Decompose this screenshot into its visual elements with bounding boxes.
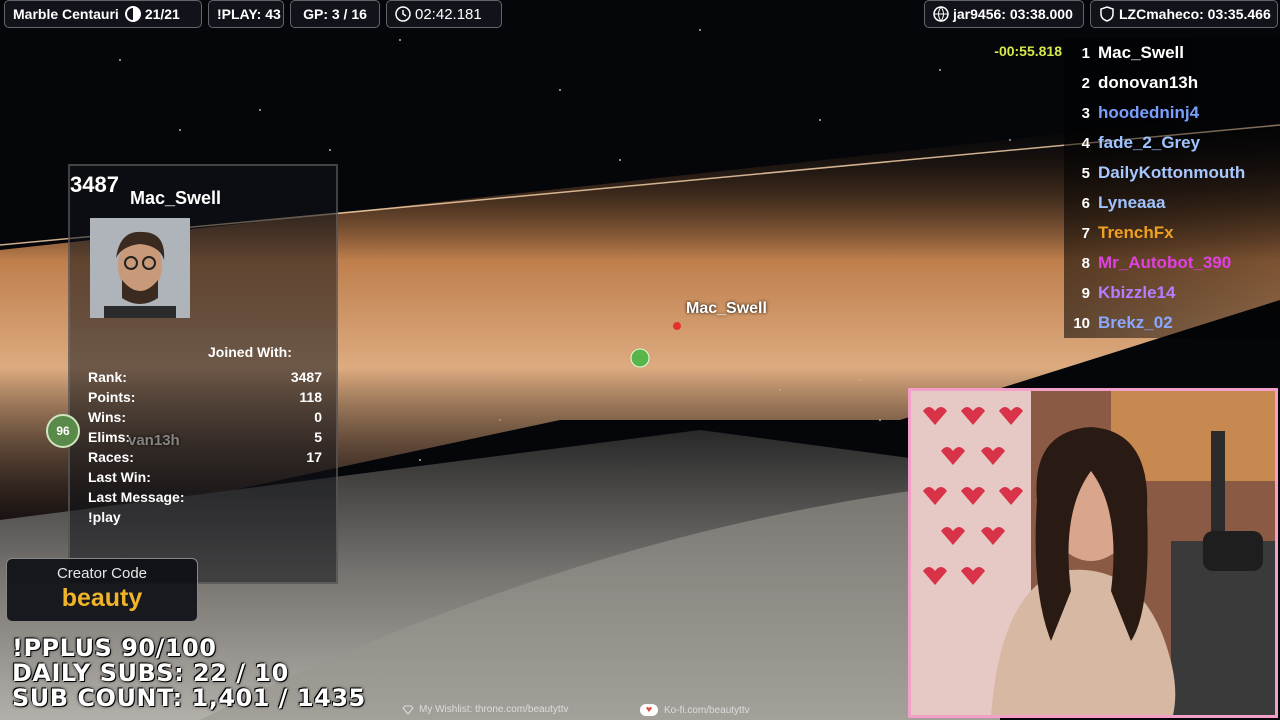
profile-stat-row: Elims: 5 <box>88 429 322 449</box>
creator-code-label: Creator Code <box>56 565 148 582</box>
global-record: jar9456: 03:38.000 <box>953 6 1073 22</box>
profile-stat-label: Points: <box>88 389 136 405</box>
marble-badge-number: 96 <box>56 424 70 438</box>
profile-stat-row: Rank: 3487 <box>88 369 322 389</box>
profile-rank-big: 3487 <box>70 172 119 197</box>
leaderboard-row: 3 hoodedninj4 <box>1064 98 1280 128</box>
leaderboard-row: 8 Mr_Autobot_390 <box>1064 248 1280 278</box>
profile-stat-value: 118 <box>299 389 322 405</box>
profile-stat-label: Wins: <box>88 409 126 425</box>
daily-subs-goal: DAILY SUBS: 22 / 10 <box>12 659 289 687</box>
global-record-pill: jar9456: 03:38.000 <box>924 0 1084 28</box>
leaderboard-rank: 8 <box>1081 254 1090 272</box>
avatar <box>90 218 190 318</box>
wishlist-link[interactable]: My Wishlist: throne.com/beautyttv <box>402 704 569 715</box>
profile-stat-value: 17 <box>306 449 322 465</box>
footer-bar: My Wishlist: throne.com/beautyttv Ko-fi.… <box>0 700 1280 720</box>
profile-stat-label: Rank: <box>88 369 127 385</box>
gift-icon <box>402 705 414 715</box>
leaderboard-player-name: DailyKottonmouth <box>1098 163 1246 182</box>
timer-pill: 02:42.181 <box>386 0 502 28</box>
iplay-count: !PLAY: 43 <box>217 6 281 22</box>
leaderboard-row: 5 DailyKottonmouth <box>1064 158 1280 188</box>
profile-name: Mac_Swell <box>130 188 222 208</box>
leaderboard-row: 7 TrenchFx <box>1064 218 1280 248</box>
gp-count: GP: 3 / 16 <box>303 6 367 22</box>
ghost-name-label: van13h <box>128 432 180 449</box>
race-timer: 02:42.181 <box>415 5 482 23</box>
channel-record-pill: LZCmaheco: 03:35.466 <box>1090 0 1278 28</box>
player-icon <box>124 6 141 22</box>
profile-stat-row: Points: 118 <box>88 389 322 409</box>
track-name: Marble Centauri <box>13 6 119 22</box>
profile-stat-label: Races: <box>88 449 134 465</box>
profile-stat-label: Elims: <box>88 429 131 445</box>
leaderboard-rank: 7 <box>1081 224 1090 242</box>
profile-stat-row: Races: 17 <box>88 449 322 469</box>
leaderboard-row: 10 Brekz_02 <box>1064 308 1280 338</box>
wishlist-text: My Wishlist: throne.com/beautyttv <box>419 704 569 715</box>
profile-stat-row: Last Win: <box>88 469 322 489</box>
globe-icon <box>933 6 949 22</box>
leaderboard-rank: 4 <box>1081 134 1090 152</box>
leaderboard-player-name: fade_2_Grey <box>1098 133 1201 152</box>
webcam-feed <box>908 388 1278 718</box>
profile-stat-value: 0 <box>314 409 322 425</box>
channel-record: LZCmaheco: 03:35.466 <box>1119 6 1271 22</box>
creator-code-value: beauty <box>61 584 143 612</box>
clock-icon <box>395 6 411 22</box>
leaderboard-player-name: Mr_Autobot_390 <box>1098 253 1232 272</box>
players-count: 21/21 <box>144 6 180 22</box>
leaderboard-rank: 9 <box>1081 284 1090 302</box>
marble-badge: 96 <box>46 414 80 448</box>
kofi-link[interactable]: Ko-fi.com/beautyttv <box>640 704 750 716</box>
leaderboard-row: 4 fade_2_Grey <box>1064 128 1280 158</box>
player-profile-card: 3487 Mac_Swell Joined With: Rank: 3487 Poi… <box>68 164 338 584</box>
leaderboard-player-name: Lyneaaa <box>1098 193 1166 212</box>
ipplus-goal: !PPLUS 90/100 <box>12 634 217 662</box>
leaderboard-player-name: Brekz_02 <box>1098 313 1173 332</box>
last-message-text: !play <box>88 509 121 525</box>
marble-name-label: Mac_Swell <box>686 300 767 317</box>
profile-stat-label: Last Win: <box>88 469 151 485</box>
leader-delta: -00:55.818 <box>994 43 1062 59</box>
profile-stat-row: Last Message: <box>88 489 322 509</box>
leaderboard-rank: 1 <box>1081 44 1090 62</box>
joined-with-label: Joined With: <box>208 344 292 360</box>
leaderboard-player-name: Kbizzle14 <box>1098 283 1176 302</box>
profile-stats: Rank: 3487 Points: 118 Wins: 0 Elims: 5 Races: 17… <box>88 369 322 529</box>
leaderboard-player-name: TrenchFx <box>1098 223 1174 242</box>
leaderboard-player-name: hoodedninj4 <box>1098 103 1200 122</box>
kofi-icon <box>640 704 658 716</box>
leaderboard-row: 9 Kbizzle14 <box>1064 278 1280 308</box>
leaderboard-rank: 3 <box>1081 104 1090 122</box>
leaderboard-rank: 6 <box>1081 194 1090 212</box>
profile-stat-value: 5 <box>314 429 322 445</box>
leaderboard-player-name: donovan13h <box>1098 73 1199 92</box>
leaderboard-row: 6 Lyneaaa <box>1064 188 1280 218</box>
track-name-pill: Marble Centauri 21/21 <box>4 0 202 28</box>
profile-stat-value: 3487 <box>290 369 322 385</box>
profile-stat-row: Wins: 0 <box>88 409 322 429</box>
leaderboard-rank: 2 <box>1081 74 1090 92</box>
gp-pill: GP: 3 / 16 <box>290 0 380 28</box>
leaderboard: 1 Mac_Swell 2 donovan13h 3 hoodedninj4 4 fade_2… <box>1064 38 1280 338</box>
leaderboard-rank: 5 <box>1081 164 1090 182</box>
leaderboard-row: 1 Mac_Swell <box>1064 38 1280 68</box>
kofi-text: Ko-fi.com/beautyttv <box>664 704 750 716</box>
leaderboard-player-name: Mac_Swell <box>1098 43 1184 62</box>
leaderboard-rank: 10 <box>1073 314 1090 332</box>
creator-code-box: Creator Code beauty <box>6 558 198 622</box>
iplay-pill: !PLAY: 43 <box>208 0 284 28</box>
shield-icon <box>1099 6 1115 22</box>
leaderboard-row: 2 donovan13h <box>1064 68 1280 98</box>
profile-stat-label: Last Message: <box>88 489 185 505</box>
